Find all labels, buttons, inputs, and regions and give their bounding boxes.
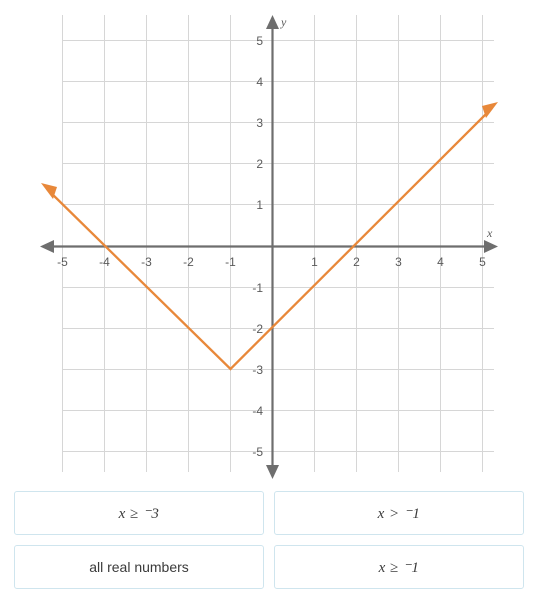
answer-option-2[interactable]: x > ⁻1	[274, 491, 524, 535]
answer-option-3[interactable]: all real numbers	[14, 545, 264, 589]
svg-text:1: 1	[256, 198, 263, 212]
svg-text:2: 2	[353, 255, 360, 269]
svg-text:5: 5	[256, 34, 263, 48]
x-axis-right-arrow	[484, 240, 498, 253]
answer-row-1: x ≥ ⁻3 x > ⁻1	[0, 491, 538, 545]
answer-option-2-label: x > ⁻1	[377, 505, 421, 522]
svg-text:-4: -4	[99, 255, 110, 269]
answer-option-1-label: x ≥ ⁻3	[118, 505, 160, 522]
answer-row-2: all real numbers x ≥ ⁻1	[0, 545, 538, 599]
x-axis-label: x	[486, 226, 493, 240]
svg-text:3: 3	[395, 255, 402, 269]
svg-text:-1: -1	[252, 281, 263, 295]
y-axis-bottom-arrow	[266, 465, 279, 479]
svg-text:4: 4	[437, 255, 444, 269]
svg-text:-3: -3	[141, 255, 152, 269]
svg-text:5: 5	[479, 255, 486, 269]
coordinate-plane-graph: y x -5 -4 -3 -2 -1 1 2 3 4 5 5 4 3 2 1 -…	[40, 15, 498, 479]
y-axis-top-arrow	[266, 15, 279, 29]
y-axis-label: y	[280, 15, 287, 29]
svg-text:4: 4	[256, 75, 263, 89]
svg-text:-2: -2	[252, 322, 263, 336]
svg-text:-1: -1	[225, 255, 236, 269]
answer-option-1[interactable]: x ≥ ⁻3	[14, 491, 264, 535]
svg-text:1: 1	[311, 255, 318, 269]
answer-options-group: x ≥ ⁻3 x > ⁻1 all real numbers x ≥ ⁻1	[0, 487, 538, 599]
answer-option-4[interactable]: x ≥ ⁻1	[274, 545, 524, 589]
svg-text:2: 2	[256, 157, 263, 171]
svg-text:-4: -4	[252, 404, 263, 418]
svg-text:3: 3	[256, 116, 263, 130]
svg-text:-5: -5	[57, 255, 68, 269]
answer-option-3-label: all real numbers	[89, 559, 189, 575]
svg-text:-5: -5	[252, 445, 263, 459]
graph-panel: y x -5 -4 -3 -2 -1 1 2 3 4 5 5 4 3 2 1 -…	[0, 0, 538, 487]
answer-option-4-label: x ≥ ⁻1	[378, 559, 420, 576]
svg-text:-3: -3	[252, 363, 263, 377]
svg-text:-2: -2	[183, 255, 194, 269]
x-axis-left-arrow	[40, 240, 54, 253]
